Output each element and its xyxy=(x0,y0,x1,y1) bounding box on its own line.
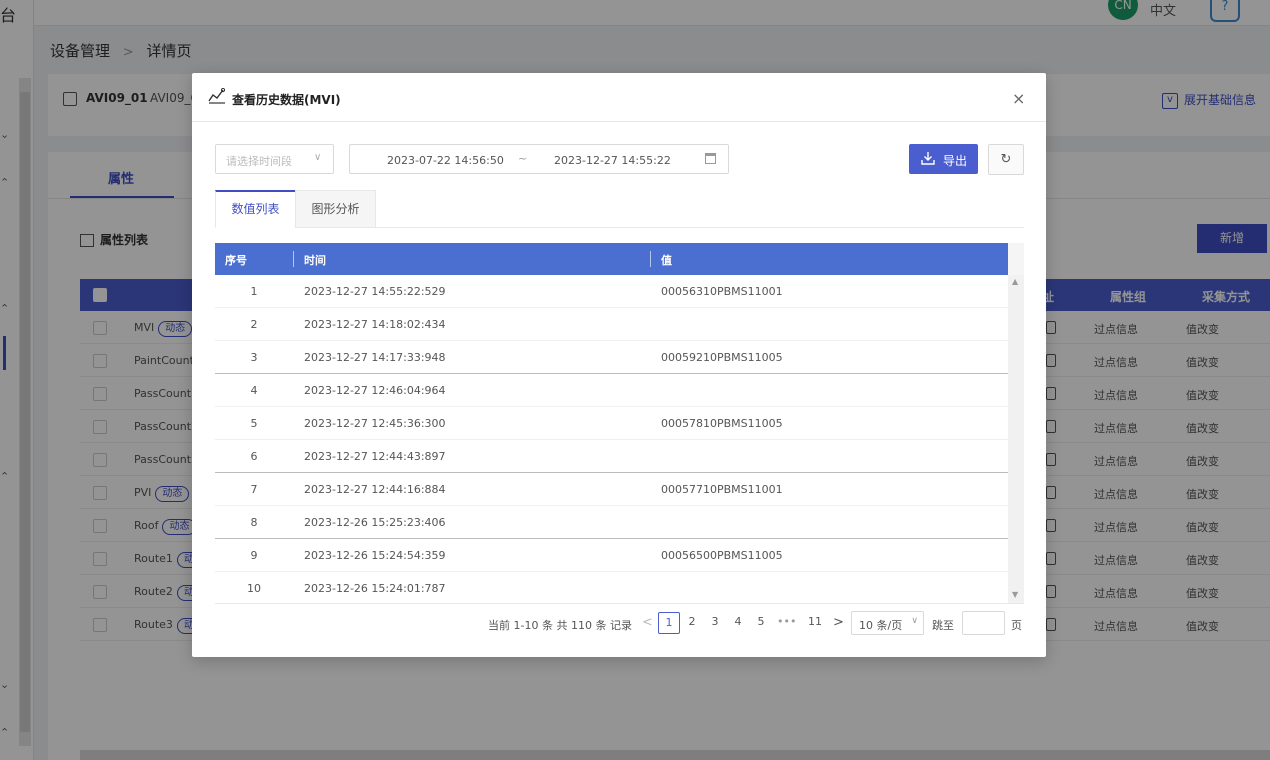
export-button[interactable]: 导出 xyxy=(909,144,978,174)
calendar-icon xyxy=(705,153,716,164)
page-last[interactable]: 11 xyxy=(804,612,826,634)
row-time: 2023-12-27 12:45:36:300 xyxy=(304,417,446,430)
row-time: 2023-12-27 14:18:02:434 xyxy=(304,318,446,331)
row-time: 2023-12-26 15:25:23:406 xyxy=(304,516,446,529)
jump-label: 跳至 xyxy=(932,619,954,632)
row-index: 10 xyxy=(247,582,261,595)
tab-value-list[interactable]: 数值列表 xyxy=(215,190,296,228)
chevron-down-icon: ∨ xyxy=(911,616,918,626)
period-select[interactable]: 请选择时间段 ∨ xyxy=(215,144,334,174)
page-1[interactable]: 1 xyxy=(658,612,680,634)
scroll-down-icon[interactable]: ▼ xyxy=(1012,590,1018,599)
table-row[interactable]: 5 2023-12-27 12:45:36:300 00057810PBMS1100… xyxy=(215,407,1008,440)
table-row[interactable]: 9 2023-12-26 15:24:54:359 00056500PBMS1100… xyxy=(215,539,1008,572)
prev-page-icon[interactable]: < xyxy=(642,615,653,630)
history-table-body: 1 2023-12-27 14:55:22:529 00056310PBMS1100… xyxy=(215,275,1008,603)
page-4[interactable]: 4 xyxy=(727,612,749,634)
next-page-icon[interactable]: > xyxy=(833,615,844,630)
jump-input[interactable] xyxy=(962,611,1005,635)
date-range-picker[interactable]: 2023-07-22 14:56:50 ~ 2023-12-27 14:55:2… xyxy=(349,144,729,174)
row-index: 4 xyxy=(250,384,258,397)
header-gutter xyxy=(1008,243,1024,275)
row-value: 00056310PBMS11001 xyxy=(661,285,783,298)
range-separator: ~ xyxy=(518,152,528,165)
row-value: 00057710PBMS11001 xyxy=(661,483,783,496)
row-value: 00059210PBMS11005 xyxy=(661,351,783,364)
view-tabs: 数值列表 图形分析 xyxy=(215,190,1024,228)
tab-chart-analysis[interactable]: 图形分析 xyxy=(295,190,376,228)
range-start[interactable]: 2023-07-22 14:56:50 xyxy=(387,154,504,167)
refresh-button[interactable]: ↻ xyxy=(988,144,1024,175)
table-row[interactable]: 4 2023-12-27 12:46:04:964 xyxy=(215,374,1008,407)
row-index: 6 xyxy=(250,450,258,463)
row-time: 2023-12-27 14:55:22:529 xyxy=(304,285,446,298)
download-icon xyxy=(921,152,935,165)
history-table-header: 序号 时间 值 xyxy=(215,243,1008,275)
row-time: 2023-12-26 15:24:54:359 xyxy=(304,549,446,562)
row-index: 5 xyxy=(250,417,258,430)
table-row[interactable]: 7 2023-12-27 12:44:16:884 00057710PBMS1100… xyxy=(215,473,1008,506)
close-icon[interactable]: × xyxy=(1012,91,1025,107)
page-size-value: 10 条/页 xyxy=(859,619,903,632)
range-end[interactable]: 2023-12-27 14:55:22 xyxy=(554,154,671,167)
pagination: 当前 1-10 条 共 110 条 记录 < 1 2 3 4 5 ••• 11 … xyxy=(192,611,1046,637)
column-divider xyxy=(293,251,294,267)
scroll-up-icon[interactable]: ▲ xyxy=(1012,277,1018,286)
period-placeholder: 请选择时间段 xyxy=(226,155,292,168)
history-table: 序号 时间 值 1 2023-12-27 14:55:22:529 00056310… xyxy=(215,243,1024,604)
page-unit-label: 页 xyxy=(1011,619,1022,632)
pagination-total: 当前 1-10 条 共 110 条 记录 xyxy=(488,619,632,632)
row-value: 00057810PBMS11005 xyxy=(661,417,783,430)
table-row[interactable]: 3 2023-12-27 14:17:33:948 00059210PBMS1100… xyxy=(215,341,1008,374)
row-index: 7 xyxy=(250,483,258,496)
table-row[interactable]: 2 2023-12-27 14:18:02:434 xyxy=(215,308,1008,341)
column-divider xyxy=(650,251,651,267)
row-index: 2 xyxy=(250,318,258,331)
row-index: 8 xyxy=(250,516,258,529)
pagination-ellipsis[interactable]: ••• xyxy=(777,615,796,628)
table-row[interactable]: 8 2023-12-26 15:25:23:406 xyxy=(215,506,1008,539)
row-time: 2023-12-27 12:44:16:884 xyxy=(304,483,446,496)
table-row[interactable]: 6 2023-12-27 12:44:43:897 xyxy=(215,440,1008,473)
history-data-modal: 查看历史数据(MVI) × 请选择时间段 ∨ 2023-07-22 14:56:… xyxy=(192,73,1046,657)
column-value: 值 xyxy=(661,254,672,267)
row-time: 2023-12-27 12:46:04:964 xyxy=(304,384,446,397)
row-time: 2023-12-26 15:24:01:787 xyxy=(304,582,446,595)
column-time: 时间 xyxy=(304,254,326,267)
row-time: 2023-12-27 12:44:43:897 xyxy=(304,450,446,463)
row-index: 1 xyxy=(250,285,258,298)
page-5[interactable]: 5 xyxy=(750,612,772,634)
table-scrollbar[interactable]: ▲ ▼ xyxy=(1008,275,1024,603)
modal-title: 查看历史数据(MVI) xyxy=(232,93,341,107)
table-row[interactable]: 1 2023-12-27 14:55:22:529 00056310PBMS1100… xyxy=(215,275,1008,308)
modal-header: 查看历史数据(MVI) × xyxy=(192,73,1046,122)
export-label: 导出 xyxy=(943,154,968,168)
row-index: 9 xyxy=(250,549,258,562)
page-3[interactable]: 3 xyxy=(704,612,726,634)
refresh-icon: ↻ xyxy=(1000,152,1012,167)
chevron-down-icon: ∨ xyxy=(314,152,322,163)
row-time: 2023-12-27 14:17:33:948 xyxy=(304,351,446,364)
page-2[interactable]: 2 xyxy=(681,612,703,634)
line-chart-icon xyxy=(208,88,226,104)
row-value: 00056500PBMS11005 xyxy=(661,549,783,562)
row-index: 3 xyxy=(250,351,258,364)
page-size-select[interactable]: 10 条/页 ∨ xyxy=(851,611,924,635)
column-index: 序号 xyxy=(225,254,247,267)
table-row[interactable]: 10 2023-12-26 15:24:01:787 xyxy=(215,572,1008,603)
